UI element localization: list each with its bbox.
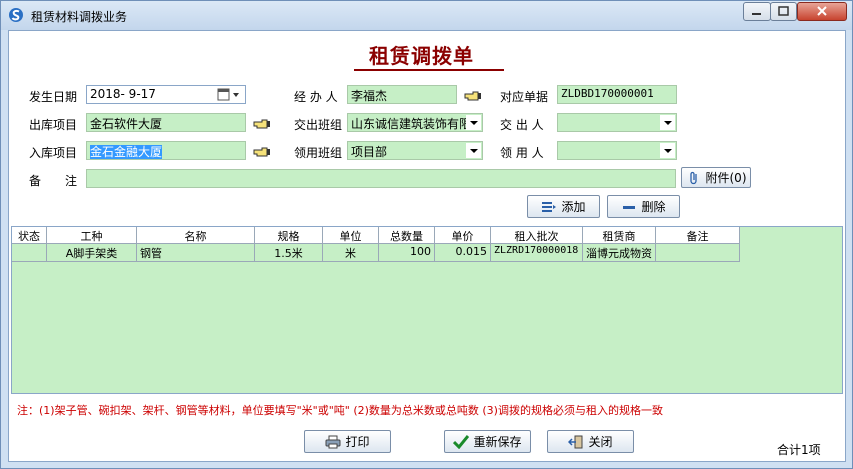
calendar-icon[interactable] [217, 88, 243, 102]
paperclip-icon [689, 171, 697, 184]
out-person-label: 交 出 人 [500, 118, 544, 132]
ref-label: 对应单据 [500, 90, 549, 104]
footer-note: 注：(1)架子管、碗扣架、架杆、钢管等材料，单位要填写"米"或"吨" (2)数量… [17, 404, 663, 417]
close-button[interactable]: 关闭 [547, 430, 634, 453]
attachment-button[interactable]: 附件(0) [681, 167, 751, 188]
operator-field[interactable]: 李福杰 [347, 85, 457, 104]
in-team-value: 项目部 [351, 145, 388, 159]
in-person-select[interactable] [557, 141, 677, 160]
cell-spec[interactable]: 1.5米 [255, 244, 323, 262]
maximize-icon [778, 6, 789, 16]
resave-label: 重新保存 [473, 435, 522, 449]
header-batch[interactable]: 租入批次 [491, 227, 583, 244]
remark-field[interactable] [86, 169, 676, 188]
add-button[interactable]: 添加 [527, 195, 600, 218]
cell-remark[interactable] [656, 244, 740, 262]
printer-icon [325, 435, 341, 448]
date-picker[interactable]: 2018- 9-17 [86, 85, 246, 104]
cell-quantity[interactable]: 100 [379, 244, 435, 262]
ref-field[interactable]: ZLDBD170000001 [557, 85, 677, 104]
close-window-button[interactable] [797, 2, 847, 21]
cell-status[interactable] [12, 244, 47, 262]
form-title: 租赁调拨单 [369, 44, 474, 68]
close-icon [817, 6, 827, 16]
title-bar[interactable]: 租赁材料调拨业务 [1, 1, 852, 30]
title-underline [354, 69, 504, 71]
cell-batch[interactable]: ZLZRD170000018 [491, 244, 583, 262]
minus-icon [623, 205, 636, 209]
form-client-area: 租赁调拨单 发生日期 2018- 9-17 经 办 人 李福杰 对应单据 ZLD… [8, 30, 846, 462]
total-count: 合计1项 [777, 443, 821, 457]
attachment-label: 附件(0) [705, 171, 747, 185]
delete-button[interactable]: 删除 [607, 195, 680, 218]
chevron-down-icon[interactable] [660, 115, 675, 130]
delete-label: 删除 [641, 200, 666, 214]
header-spec[interactable]: 规格 [255, 227, 323, 244]
pointing-hand-icon[interactable] [253, 118, 271, 130]
minimize-icon [752, 13, 761, 15]
resave-button[interactable]: 重新保存 [444, 430, 531, 453]
out-team-value: 山东诚信建筑装饰有限 [351, 117, 472, 131]
exit-door-icon [568, 435, 583, 448]
print-label: 打印 [345, 435, 370, 449]
pointing-hand-icon[interactable] [253, 146, 271, 158]
header-unit[interactable]: 单位 [323, 227, 379, 244]
maximize-button[interactable] [770, 2, 797, 21]
table-row[interactable]: A脚手架类 钢管 1.5米 米 100 0.015 ZLZRD170000018… [12, 244, 740, 262]
chevron-down-icon[interactable] [466, 143, 481, 158]
add-label: 添加 [561, 200, 586, 214]
header-supplier[interactable]: 租赁商 [583, 227, 656, 244]
chevron-down-icon[interactable] [466, 115, 481, 130]
in-project-field[interactable]: 金石金融大厦 [86, 141, 246, 160]
out-team-label: 交出班组 [294, 118, 343, 132]
add-list-icon [542, 201, 557, 212]
close-label: 关闭 [588, 435, 613, 449]
in-person-label: 领 用 人 [500, 146, 544, 160]
out-project-field[interactable]: 金石软件大厦 [86, 113, 246, 132]
in-project-label: 入库项目 [29, 146, 78, 160]
header-remark[interactable]: 备注 [656, 227, 740, 244]
header-category[interactable]: 工种 [47, 227, 137, 244]
chevron-down-icon[interactable] [660, 143, 675, 158]
operator-label: 经 办 人 [294, 90, 338, 104]
header-price[interactable]: 单价 [435, 227, 491, 244]
print-button[interactable]: 打印 [304, 430, 391, 453]
cell-category[interactable]: A脚手架类 [47, 244, 137, 262]
grid-header: 状态 工种 名称 规格 单位 总数量 单价 租入批次 租赁商 备注 [12, 227, 740, 244]
out-person-select[interactable] [557, 113, 677, 132]
cell-unit[interactable]: 米 [323, 244, 379, 262]
window-title: 租赁材料调拨业务 [31, 10, 128, 24]
out-team-select[interactable]: 山东诚信建筑装饰有限 [347, 113, 483, 132]
cell-price[interactable]: 0.015 [435, 244, 491, 262]
in-team-label: 领用班组 [294, 146, 343, 160]
minimize-button[interactable] [743, 2, 771, 21]
in-team-select[interactable]: 项目部 [347, 141, 483, 160]
date-label: 发生日期 [29, 90, 78, 104]
remark-label: 备 注 [29, 174, 78, 188]
header-quantity[interactable]: 总数量 [379, 227, 435, 244]
app-s-icon [9, 8, 23, 22]
cell-name[interactable]: 钢管 [137, 244, 255, 262]
pointing-hand-icon[interactable] [464, 90, 482, 102]
out-project-label: 出库项目 [29, 118, 78, 132]
checkmark-icon [453, 434, 470, 449]
items-grid[interactable]: 状态 工种 名称 规格 单位 总数量 单价 租入批次 租赁商 备注 A脚手架类 … [11, 226, 843, 394]
in-project-value: 金石金融大厦 [90, 145, 163, 159]
cell-supplier[interactable]: 淄博元成物资 [583, 244, 656, 262]
header-status[interactable]: 状态 [12, 227, 47, 244]
header-name[interactable]: 名称 [137, 227, 255, 244]
main-window: 租赁材料调拨业务 租赁调拨单 发生日期 2018- 9-17 经 办 人 李福杰 [0, 0, 853, 469]
date-value: 2018- 9-17 [90, 87, 156, 101]
